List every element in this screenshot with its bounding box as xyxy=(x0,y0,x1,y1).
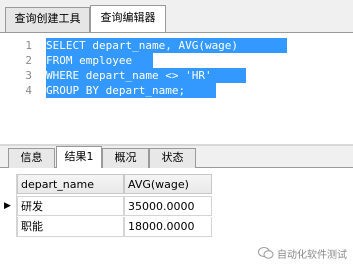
table-cell[interactable]: 研发 xyxy=(17,196,124,216)
watermark: 自动化软件测试 xyxy=(258,243,347,263)
tab-info[interactable]: 信息 xyxy=(8,148,55,168)
result-grid[interactable]: depart_name AVG(wage) ▶ 研发 35000.0000 职能… xyxy=(0,168,353,277)
column-header-depart-name[interactable]: depart_name xyxy=(17,174,124,194)
wechat-icon xyxy=(258,247,274,259)
tab-query-builder[interactable]: 查询创建工具 xyxy=(5,7,90,32)
line-number-gutter: 1 2 3 4 xyxy=(0,33,42,144)
current-row-icon: ▶ xyxy=(4,201,11,211)
code-line: GROUP BY depart_name; xyxy=(46,84,186,97)
tab-status[interactable]: 状态 xyxy=(149,148,196,168)
column-header-avg-wage[interactable]: AVG(wage) xyxy=(124,174,212,194)
sql-editor[interactable]: 1 2 3 4 SELECT depart_name, AVG(wage) FR… xyxy=(0,32,353,144)
table-cell[interactable]: 35000.0000 xyxy=(124,196,212,216)
table-cell[interactable]: 18000.0000 xyxy=(124,217,212,237)
line-number: 2 xyxy=(25,54,32,67)
watermark-text: 自动化软件测试 xyxy=(277,249,347,261)
code-line: WHERE depart_name <> 'HR' xyxy=(46,69,212,82)
code-line: SELECT depart_name, AVG(wage) xyxy=(46,39,239,52)
result-tab-bar: 信息 结果1 概况 状态 xyxy=(0,146,353,169)
tab-result1[interactable]: 结果1 xyxy=(56,146,102,169)
line-number: 4 xyxy=(25,84,32,97)
top-tab-bar: 查询创建工具 查询编辑器 xyxy=(0,0,353,32)
table-cell[interactable]: 职能 xyxy=(17,217,124,237)
tab-profile[interactable]: 概况 xyxy=(102,148,149,168)
tab-query-editor[interactable]: 查询编辑器 xyxy=(90,5,166,32)
code-line: FROM employee xyxy=(46,54,133,67)
line-number: 1 xyxy=(25,39,32,52)
line-number: 3 xyxy=(25,69,32,82)
